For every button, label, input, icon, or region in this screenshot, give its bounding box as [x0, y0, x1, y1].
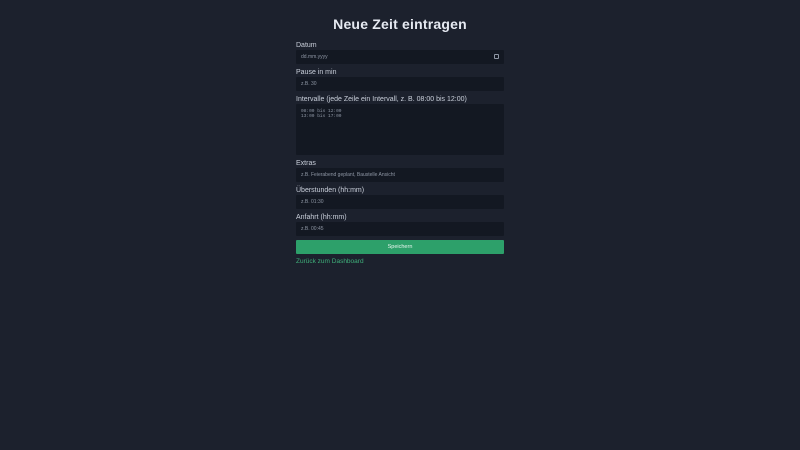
interval-line: 13:00 bis 17:00	[301, 114, 342, 119]
datum-group: Datum dd.mm.yyyy	[296, 41, 504, 64]
extras-label: Extras	[296, 160, 316, 167]
time-entry-form: Datum dd.mm.yyyy Pause in min z.B. 30 In…	[296, 41, 504, 265]
page: Neue Zeit eintragen Datum dd.mm.yyyy Pau…	[0, 0, 800, 450]
intervals-textarea[interactable]: 08:00 bis 12:00 13:00 bis 17:00	[296, 104, 504, 155]
back-to-dashboard-link[interactable]: Zurück zum Dashboard	[296, 258, 504, 265]
page-title: Neue Zeit eintragen	[333, 16, 467, 32]
pause-field[interactable]: z.B. 30	[296, 77, 504, 91]
pause-placeholder: z.B. 30	[301, 81, 317, 87]
intervals-label: Intervalle (jede Zeile ein Intervall, z.…	[296, 96, 467, 103]
extras-placeholder: z.B. Feierabend geplant, Baustelle Ansic…	[301, 172, 395, 178]
pause-group: Pause in min z.B. 30	[296, 68, 504, 91]
extras-field[interactable]: z.B. Feierabend geplant, Baustelle Ansic…	[296, 168, 504, 182]
ueberstunden-group: Überstunden (hh:mm) z.B. 01:30	[296, 186, 504, 209]
datum-field[interactable]: dd.mm.yyyy	[296, 50, 504, 64]
ueberstunden-label: Überstunden (hh:mm)	[296, 187, 365, 194]
extras-group: Extras z.B. Feierabend geplant, Baustell…	[296, 159, 504, 182]
datum-placeholder: dd.mm.yyyy	[301, 54, 328, 60]
ueberstunden-field[interactable]: z.B. 01:30	[296, 195, 504, 209]
calendar-icon[interactable]	[494, 54, 499, 59]
datum-label: Datum	[296, 42, 317, 49]
anfahrt-placeholder: z.B. 00:45	[301, 226, 324, 232]
pause-label: Pause in min	[296, 69, 337, 76]
anfahrt-group: Anfahrt (hh:mm) z.B. 00:45	[296, 213, 504, 236]
intervals-group: Intervalle (jede Zeile ein Intervall, z.…	[296, 95, 504, 155]
ueberstunden-placeholder: z.B. 01:30	[301, 199, 324, 205]
anfahrt-field[interactable]: z.B. 00:45	[296, 222, 504, 236]
save-button[interactable]: Speichern	[296, 240, 504, 254]
anfahrt-label: Anfahrt (hh:mm)	[296, 214, 347, 221]
